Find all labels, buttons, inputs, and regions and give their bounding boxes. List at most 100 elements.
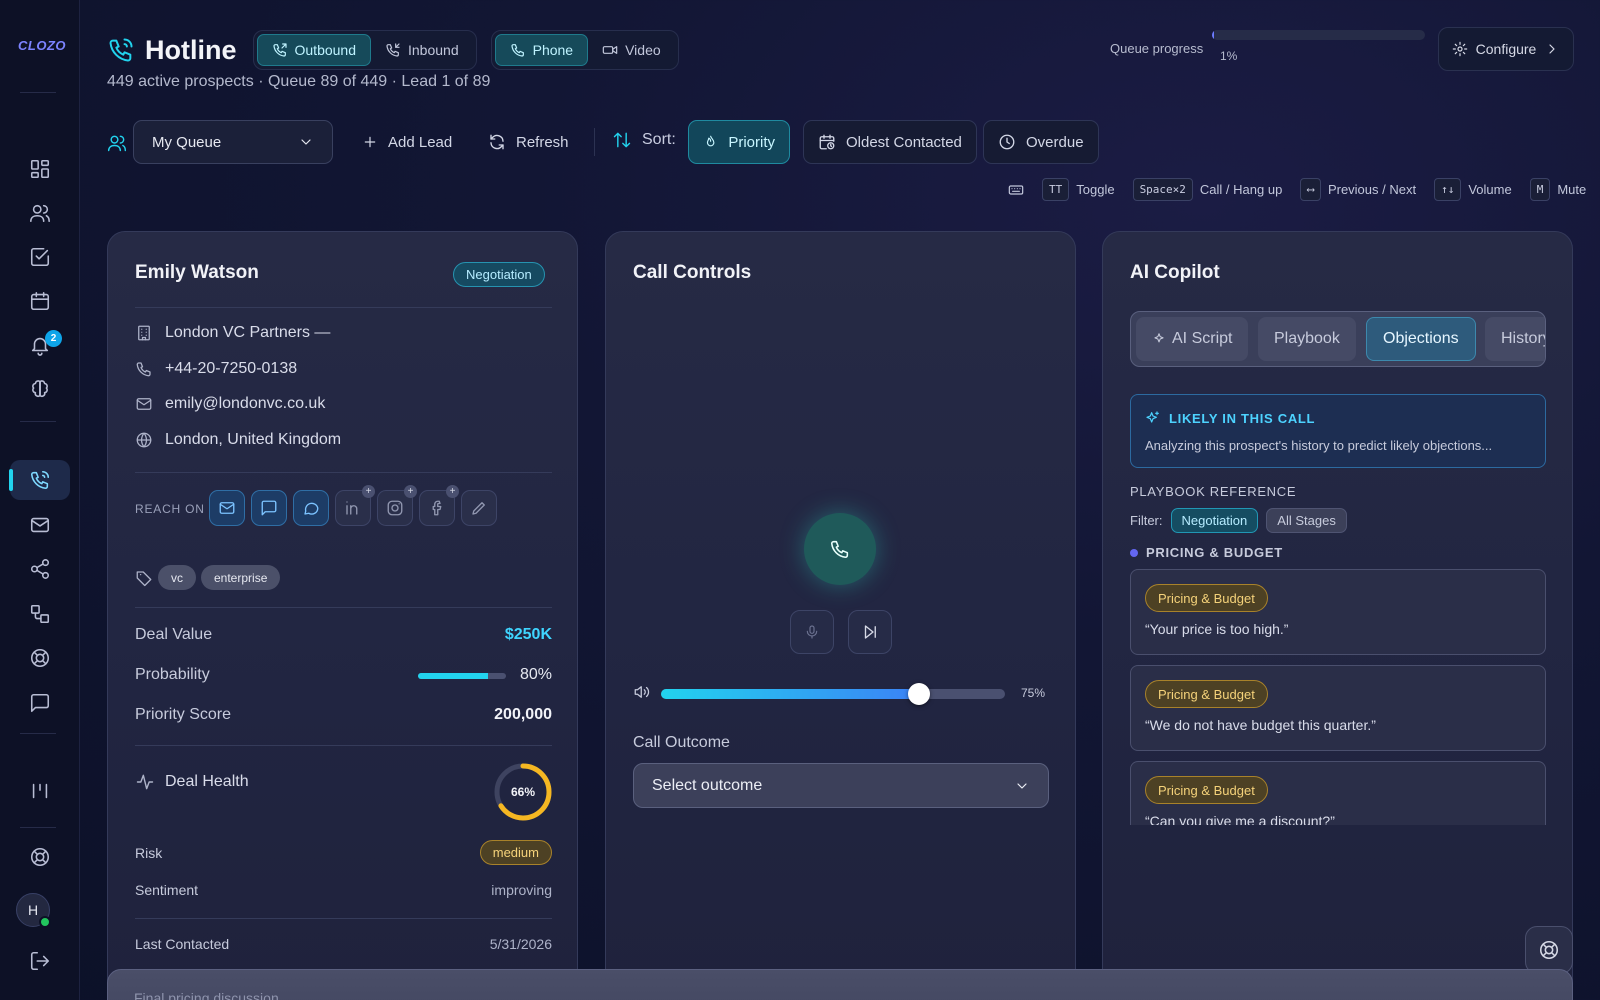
deal-value-row: Deal Value $250K	[135, 626, 552, 644]
tab-ai-script[interactable]: AI Script	[1136, 317, 1249, 361]
plus-icon: +	[362, 485, 375, 498]
sidebar-item-email[interactable]	[10, 505, 70, 545]
sidebar-item-messages[interactable]	[10, 683, 70, 723]
tag-chip[interactable]: enterprise	[201, 565, 281, 590]
tag-icon	[136, 571, 152, 587]
sidebar-item-share[interactable]	[10, 549, 70, 589]
sidebar-item-help[interactable]	[10, 837, 70, 877]
tab-video[interactable]: Video	[588, 34, 675, 66]
dashboard-icon	[30, 159, 50, 179]
objection-card[interactable]: Pricing & Budget “We do not have budget …	[1130, 665, 1546, 751]
message-square-icon	[261, 500, 277, 516]
refresh-icon	[490, 134, 504, 150]
deal-health-label: Deal Health	[135, 772, 249, 792]
channel-toggle: Phone Video	[490, 30, 679, 70]
sidebar-item-calendar[interactable]	[10, 281, 70, 321]
likely-description: Analyzing this prospect's history to pre…	[1145, 438, 1493, 453]
reach-edit-button[interactable]	[461, 490, 497, 526]
sidebar-item-workflows[interactable]	[10, 594, 70, 634]
filter-all-stages[interactable]: All Stages	[1266, 508, 1347, 533]
reach-email-button[interactable]	[209, 490, 245, 526]
add-lead-button[interactable]: Add Lead	[348, 120, 466, 164]
reach-instagram-button[interactable]: +	[377, 485, 417, 526]
volume-slider-thumb[interactable]	[908, 683, 930, 705]
shortcut-label: Toggle	[1076, 182, 1115, 197]
logout-icon	[30, 951, 50, 971]
message-circle-icon	[304, 502, 319, 515]
help-button[interactable]	[1525, 926, 1573, 974]
probability-label: Probability	[135, 666, 210, 683]
configure-label: Configure	[1475, 41, 1537, 57]
ai-copilot-title: AI Copilot	[1130, 262, 1220, 283]
sidebar-item-tasks[interactable]	[10, 237, 70, 277]
objection-category: PRICING & BUDGET	[1130, 545, 1283, 560]
objection-card[interactable]: Pricing & Budget “Can you give me a disc…	[1130, 761, 1546, 825]
shortcut-label: Volume	[1468, 182, 1512, 197]
call-outcome-select[interactable]: Select outcome	[633, 763, 1049, 808]
divider	[135, 607, 552, 608]
sidebar-item-dashboard[interactable]	[10, 149, 70, 189]
app-logo[interactable]: CLOZO	[18, 38, 66, 53]
lead-card: Emily Watson Negotiation London VC Partn…	[107, 231, 578, 1000]
probability-fill	[418, 673, 489, 679]
sentiment-value: improving	[491, 882, 552, 898]
refresh-button[interactable]: Refresh	[474, 120, 583, 164]
volume-icon	[634, 686, 650, 698]
risk-badge: medium	[479, 840, 552, 865]
sort-label-text: Sort:	[642, 131, 676, 148]
sort-priority-button[interactable]: Priority	[688, 120, 790, 164]
reach-facebook-button[interactable]: +	[419, 485, 459, 526]
queue-select[interactable]: My Queue	[133, 120, 333, 164]
skip-next-button[interactable]	[848, 610, 892, 654]
tab-phone[interactable]: Phone	[494, 34, 589, 66]
tab-ai-script-label: AI Script	[1172, 330, 1233, 347]
sidebar-item-collapse[interactable]	[10, 771, 70, 811]
reach-chat-button[interactable]	[293, 490, 329, 526]
checkbox-icon	[30, 247, 50, 267]
last-contacted-label: Last Contacted	[135, 936, 230, 952]
call-button[interactable]	[804, 513, 876, 585]
sort-oldest-contacted-button[interactable]: Oldest Contacted	[803, 120, 977, 164]
sidebar-item-contacts[interactable]	[10, 193, 70, 233]
filter-negotiation[interactable]: Negotiation	[1170, 508, 1259, 533]
lifebuoy-icon	[1539, 940, 1559, 960]
sidebar-item-logout[interactable]	[10, 941, 70, 981]
phone-icon	[830, 540, 849, 559]
probability-bar	[418, 673, 506, 679]
reach-sms-button[interactable]	[251, 490, 287, 526]
users-icon	[107, 135, 127, 152]
mute-button[interactable]	[790, 610, 834, 654]
divider	[135, 472, 552, 473]
sort-overdue-button[interactable]: Overdue	[983, 120, 1099, 164]
call-outcome-placeholder: Select outcome	[652, 776, 763, 794]
objection-text: “Can you give me a discount?”	[1145, 813, 1335, 825]
sentiment-label: Sentiment	[135, 882, 199, 898]
tab-outbound[interactable]: Outbound	[256, 34, 371, 66]
activity-icon	[136, 774, 154, 790]
shortcut-key: M	[1529, 178, 1551, 201]
configure-button[interactable]: Configure	[1438, 27, 1574, 71]
phone-incoming-icon	[386, 43, 400, 57]
deal-value-label: Deal Value	[135, 626, 213, 643]
sidebar-item-phone[interactable]	[9, 460, 70, 500]
sidebar-item-notifications[interactable]: 2	[10, 325, 70, 365]
lifebuoy-icon	[30, 847, 50, 867]
reach-linkedin-button[interactable]: +	[335, 485, 375, 526]
bottom-notes-panel[interactable]: Final pricing discussion	[107, 969, 1573, 1000]
tab-inbound[interactable]: Inbound	[371, 34, 473, 66]
tag-chip[interactable]: vc	[158, 565, 196, 590]
volume-slider[interactable]	[661, 683, 1005, 705]
deal-value: $250K	[504, 626, 552, 643]
sidebar-item-support[interactable]	[10, 638, 70, 678]
phone-row[interactable]: +44-20-7250-0138	[135, 360, 297, 378]
tab-objections[interactable]: Objections	[1366, 317, 1476, 361]
share-icon	[30, 559, 50, 579]
queue-summary: 449 active prospects · Queue 89 of 449 ·…	[107, 73, 491, 90]
priority-score-row: Priority Score 200,000	[135, 706, 552, 724]
objection-card[interactable]: Pricing & Budget “Your price is too high…	[1130, 569, 1546, 655]
tab-playbook[interactable]: Playbook	[1258, 317, 1356, 361]
sidebar-item-ai[interactable]	[10, 369, 70, 409]
tab-history[interactable]: History	[1485, 317, 1545, 361]
category-dot	[1130, 548, 1138, 557]
email-row[interactable]: emily@londonvc.co.uk	[135, 395, 325, 413]
